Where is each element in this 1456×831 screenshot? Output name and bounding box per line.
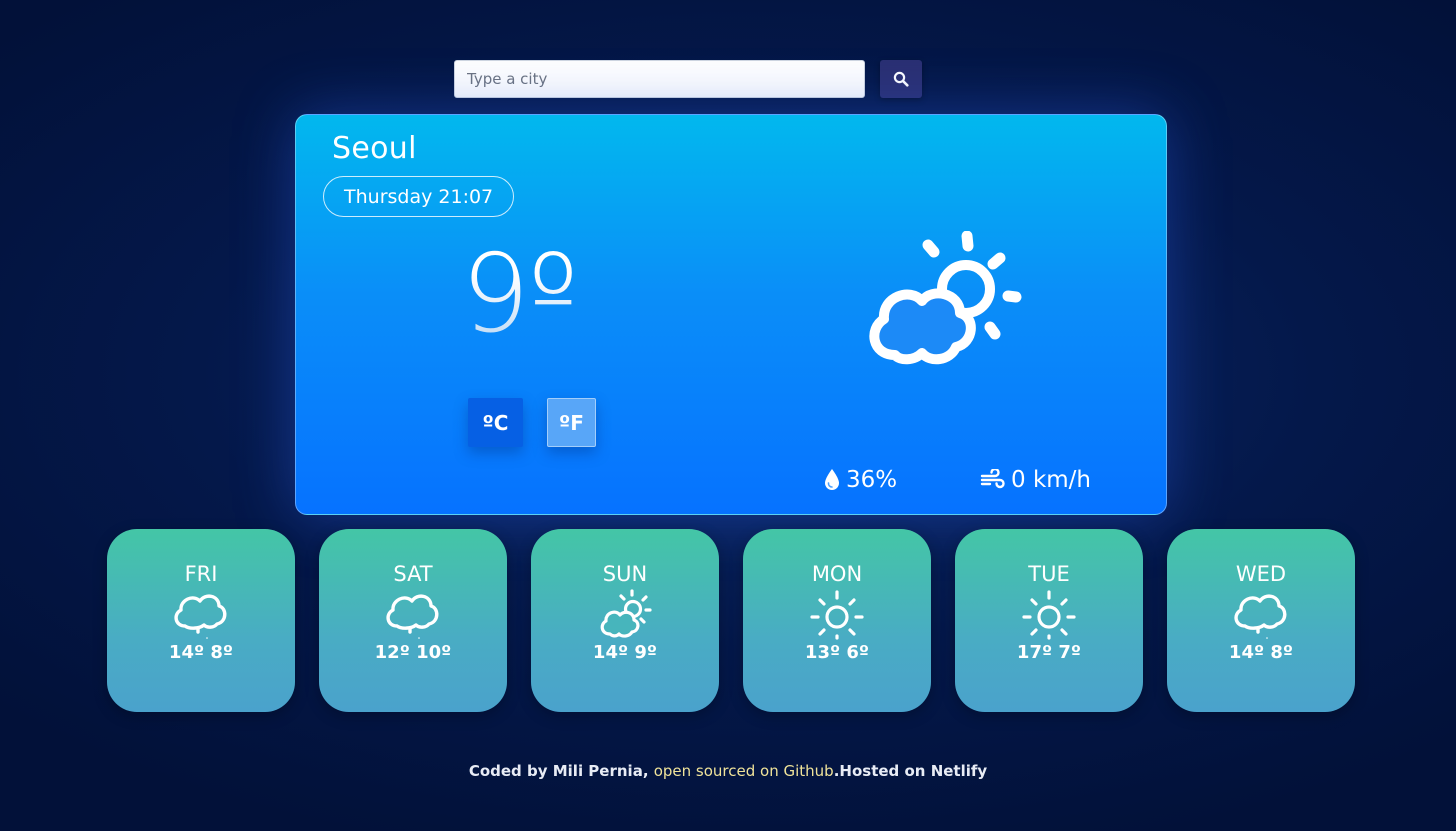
city-name: Seoul [332,131,417,166]
date-time-text: Thursday 21:07 [344,185,494,208]
forecast-temps: 14º 8º [1228,642,1294,663]
current-temperature: 9º [461,232,579,357]
forecast-card-sat: SAT 12º 10º [319,529,507,712]
forecast-day: SAT [393,562,433,586]
sun-icon [807,588,867,640]
search-input[interactable] [454,60,865,98]
forecast-temps: 14º 9º [592,642,658,663]
rain-cloud-icon [383,588,443,640]
partly-cloudy-icon [595,588,655,640]
wind-stat: 0 km/h [980,467,1091,493]
forecast-card-fri: FRI 14º 8º [107,529,295,712]
forecast-day: TUE [1028,562,1070,586]
forecast-temps: 17º 7º [1016,642,1082,663]
github-link[interactable]: open sourced on Github [654,762,834,780]
footer-credit: Coded by Mili Pernia, [468,762,654,780]
forecast-temps: 13º 6º [804,642,870,663]
forecast-card-mon: MON 13º 6º [743,529,931,712]
sun-icon [1019,588,1079,640]
search-icon [893,71,909,87]
humidity-value: 36% [846,467,898,493]
rain-cloud-icon [171,588,231,640]
forecast-day: MON [811,562,863,586]
humidity-stat: 36% [823,467,897,493]
wind-icon [980,469,1005,489]
forecast-temps: 14º 8º [168,642,234,663]
date-time-badge: Thursday 21:07 [323,176,515,217]
search-bar [454,60,922,98]
wind-value: 0 km/h [1011,467,1091,493]
droplet-icon [825,469,839,490]
partly-cloudy-icon [869,231,1022,365]
search-button[interactable] [880,60,922,98]
forecast-card-wed: WED 14º 8º [1167,529,1355,712]
forecast-day: FRI [184,562,218,586]
forecast-day: SUN [602,562,648,586]
footer: Coded by Mili Pernia, open sourced on Gi… [0,762,1456,780]
fahrenheit-button[interactable]: ºF [547,398,596,447]
forecast-temps: 12º 10º [374,642,452,663]
forecast-day: WED [1235,562,1287,586]
rain-cloud-icon [1231,588,1291,640]
footer-hosting: .Hosted on Netlify [833,762,988,780]
celsius-button[interactable]: ºC [468,398,523,447]
forecast-card-tue: TUE 17º 7º [955,529,1143,712]
current-weather-card: Seoul Thursday 21:07 9º ºC ºF 36% 0 km/h [295,114,1167,515]
forecast-card-sun: SUN 14º 9º [531,529,719,712]
